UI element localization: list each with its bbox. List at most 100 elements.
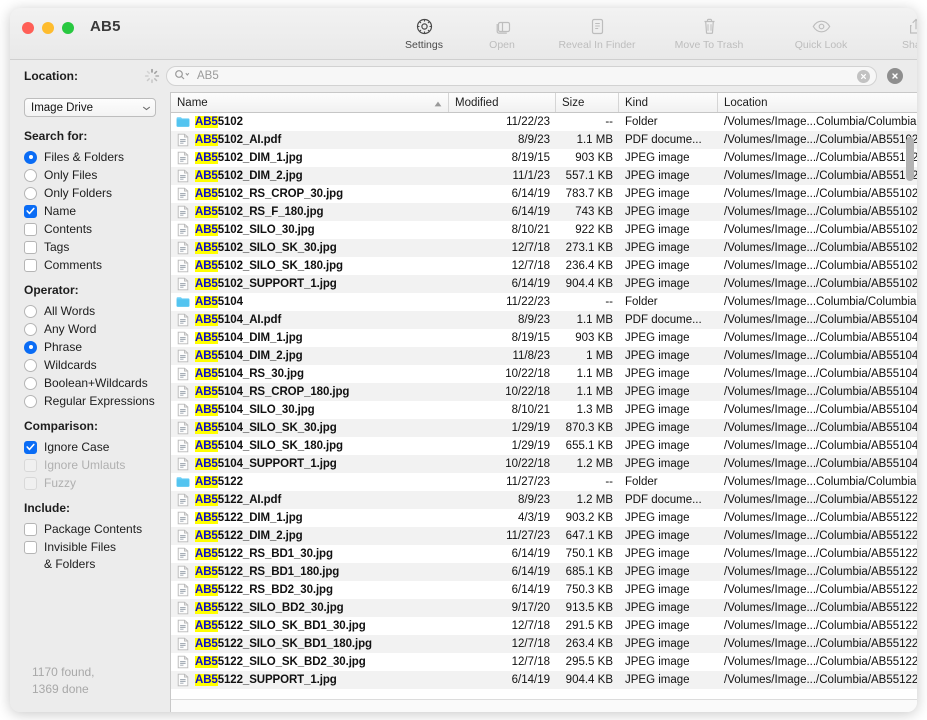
table-row[interactable]: AB55122_SILO_SK_BD2_30.jpg 12/7/18 295.5 K… [171, 653, 917, 671]
table-row[interactable]: AB55104_DIM_2.jpg 11/8/23 1 MB JPEG image/V… [171, 347, 917, 365]
folder-icon [176, 475, 190, 489]
option-any-word[interactable]: Any Word [24, 320, 170, 338]
document-icon [176, 187, 190, 201]
table-rows-container[interactable]: AB55102 11/22/23 -- Folder/Volumes/Image...… [171, 113, 917, 699]
cell-kind: JPEG image [625, 332, 690, 344]
file-name: AB55104_RS_30.jpg [195, 368, 304, 380]
checkbox-icon [24, 240, 37, 254]
minimize-button[interactable] [42, 22, 54, 34]
table-row[interactable]: AB55122_DIM_2.jpg 11/27/23 647.1 KB JPEG im… [171, 527, 917, 545]
cell-modified: 11/22/23 [506, 296, 550, 308]
search-match-highlight: AB5 [195, 278, 218, 290]
search-input[interactable]: AB5 [166, 66, 877, 86]
toolbar-button-move-to-trash[interactable]: Move To Trash [653, 12, 765, 51]
search-match-highlight: AB5 [195, 260, 218, 272]
table-row[interactable]: AB55102_SILO_30.jpg 8/10/21 922 KB JPEG ima… [171, 221, 917, 239]
column-header-kind[interactable]: Kind [619, 93, 718, 112]
table-row[interactable]: AB55122 11/27/23 -- Folder/Volumes/Image...… [171, 473, 917, 491]
table-row[interactable]: AB55122_RS_BD1_30.jpg 6/14/19 750.1 KB JPEG… [171, 545, 917, 563]
option-boolean-wildcards[interactable]: Boolean+Wildcards [24, 374, 170, 392]
cell-modified: 12/7/18 [511, 620, 550, 632]
cell-location: /Volumes/Image.../Columbia/AB55104 [724, 440, 917, 452]
table-row[interactable]: AB55102_SILO_SK_180.jpg 12/7/18 236.4 KB JP… [171, 257, 917, 275]
close-button[interactable] [22, 22, 34, 34]
cell-name: AB55104_DIM_1.jpg [171, 331, 449, 345]
file-name: AB55102_RS_CROP_30.jpg [195, 188, 344, 200]
cell-kind: JPEG image [625, 530, 690, 542]
table-row[interactable]: AB55122_AI.pdf 8/9/23 1.2 MB PDF docume... /… [171, 491, 917, 509]
table-row[interactable]: AB55104_SILO_SK_30.jpg 1/29/19 870.3 KB JPE… [171, 419, 917, 437]
table-row[interactable]: AB55122_SUPPORT_1.jpg 6/14/19 904.4 KB JPEG… [171, 671, 917, 689]
search-match-highlight: AB5 [195, 494, 218, 506]
table-row[interactable]: AB55102_DIM_1.jpg 8/19/15 903 KB JPEG image… [171, 149, 917, 167]
option-files-and-folders[interactable]: Files & Folders [24, 148, 170, 166]
column-header-modified[interactable]: Modified [449, 93, 556, 112]
cell-location: /Volumes/Image.../Columbia/AB55122 [724, 566, 917, 578]
column-header-location[interactable]: Location [718, 93, 917, 112]
toolbar-button-quick-look[interactable]: Quick Look [765, 12, 877, 51]
option-only-folders[interactable]: Only Folders [24, 184, 170, 202]
search-match-highlight: AB5 [195, 296, 218, 308]
vertical-scrollbar[interactable] [906, 137, 914, 699]
table-row[interactable]: AB55102_RS_F_180.jpg 6/14/19 743 KB JPEG im… [171, 203, 917, 221]
table-row[interactable]: AB55122_DIM_1.jpg 4/3/19 903.2 KB JPEG imag… [171, 509, 917, 527]
cell-kind: JPEG image [625, 404, 690, 416]
option-only-files[interactable]: Only Files [24, 166, 170, 184]
table-row[interactable]: AB55104 11/22/23 -- Folder/Volumes/Image...… [171, 293, 917, 311]
table-row[interactable]: AB55102_AI.pdf 8/9/23 1.1 MB PDF docume... /… [171, 131, 917, 149]
table-row[interactable]: AB55104_SILO_30.jpg 8/10/21 1.3 MB JPEG ima… [171, 401, 917, 419]
table-row[interactable]: AB55122_RS_BD2_30.jpg 6/14/19 750.3 KB JPEG… [171, 581, 917, 599]
maximize-button[interactable] [62, 22, 74, 34]
toolbar-button-settings[interactable]: Settings [385, 12, 463, 51]
table-row[interactable]: AB55102 11/22/23 -- Folder/Volumes/Image...… [171, 113, 917, 131]
cell-location: /Volumes/Image.../Columbia/AB55122 [724, 494, 917, 506]
option-tags[interactable]: Tags [24, 238, 170, 256]
cancel-search-icon[interactable] [887, 68, 903, 84]
search-match-highlight: AB5 [195, 368, 218, 380]
search-match-highlight: AB5 [195, 602, 218, 614]
option-label: Any Word [44, 322, 97, 336]
table-row[interactable]: AB55104_SUPPORT_1.jpg 10/22/18 1.2 MB JPEG … [171, 455, 917, 473]
progress-spinner [144, 68, 160, 84]
option-wildcards[interactable]: Wildcards [24, 356, 170, 374]
table-row[interactable]: AB55102_RS_CROP_30.jpg 6/14/19 783.7 KB JPE… [171, 185, 917, 203]
table-row[interactable]: AB55122_SILO_SK_BD1_30.jpg 12/7/18 291.5 K… [171, 617, 917, 635]
table-row[interactable]: AB55122_RS_BD1_180.jpg 6/14/19 685.1 KB JPE… [171, 563, 917, 581]
document-icon [176, 385, 190, 399]
file-name: AB55122_SILO_SK_BD1_180.jpg [195, 638, 372, 650]
table-row[interactable]: AB55102_DIM_2.jpg 11/1/23 557.1 KB JPEG ima… [171, 167, 917, 185]
clear-field-icon[interactable] [857, 69, 870, 83]
folder-icon [176, 115, 190, 129]
option-contents[interactable]: Contents [24, 220, 170, 238]
toolbar-button-open[interactable]: Open [463, 12, 541, 51]
option-all-words[interactable]: All Words [24, 302, 170, 320]
column-header-size[interactable]: Size [556, 93, 619, 112]
option-package-contents[interactable]: Package Contents [24, 520, 170, 538]
table-row[interactable]: AB55122_SILO_SK_BD1_180.jpg 12/7/18 263.4 … [171, 635, 917, 653]
file-name: AB55102_SILO_SK_30.jpg [195, 242, 337, 254]
toolbar-button-reveal-in-finder[interactable]: Reveal In Finder [541, 12, 653, 51]
table-row[interactable]: AB55104_SILO_SK_180.jpg 1/29/19 655.1 KB JP… [171, 437, 917, 455]
option-comments[interactable]: Comments [24, 256, 170, 274]
table-row[interactable]: AB55104_RS_30.jpg 10/22/18 1.1 MB JPEG imag… [171, 365, 917, 383]
scrollbar-thumb[interactable] [906, 137, 914, 181]
table-row[interactable]: AB55104_DIM_1.jpg 8/19/15 903 KB JPEG image… [171, 329, 917, 347]
table-row[interactable]: AB55122_SILO_BD2_30.jpg 9/17/20 913.5 KB JP… [171, 599, 917, 617]
option-ignore-case[interactable]: Ignore Case [24, 438, 170, 456]
toolbar-button-share[interactable]: Share [877, 12, 917, 51]
results-table: Name Modified Size Kind Location AB55102… [170, 92, 917, 712]
option-phrase[interactable]: Phrase [24, 338, 170, 356]
cell-kind: JPEG image [625, 638, 690, 650]
table-row[interactable]: AB55104_RS_CROP_180.jpg 10/22/18 1.1 MB JPE… [171, 383, 917, 401]
location-select[interactable]: Image Drive [24, 98, 156, 117]
cell-size: 903.2 KB [565, 512, 613, 524]
column-header-name[interactable]: Name [171, 93, 449, 112]
option-name[interactable]: Name [24, 202, 170, 220]
table-row[interactable]: AB55102_SILO_SK_30.jpg 12/7/18 273.1 KB JPE… [171, 239, 917, 257]
table-row[interactable]: AB55102_SUPPORT_1.jpg 6/14/19 904.4 KB JPEG… [171, 275, 917, 293]
option-invisible-files[interactable]: Invisible Files [24, 538, 170, 556]
option-regular-expressions[interactable]: Regular Expressions [24, 392, 170, 410]
horizontal-scrollbar[interactable] [171, 699, 917, 712]
cell-location: /Volumes/Image.../Columbia/AB55122 [724, 620, 917, 632]
table-row[interactable]: AB55104_AI.pdf 8/9/23 1.1 MB PDF docume... /… [171, 311, 917, 329]
